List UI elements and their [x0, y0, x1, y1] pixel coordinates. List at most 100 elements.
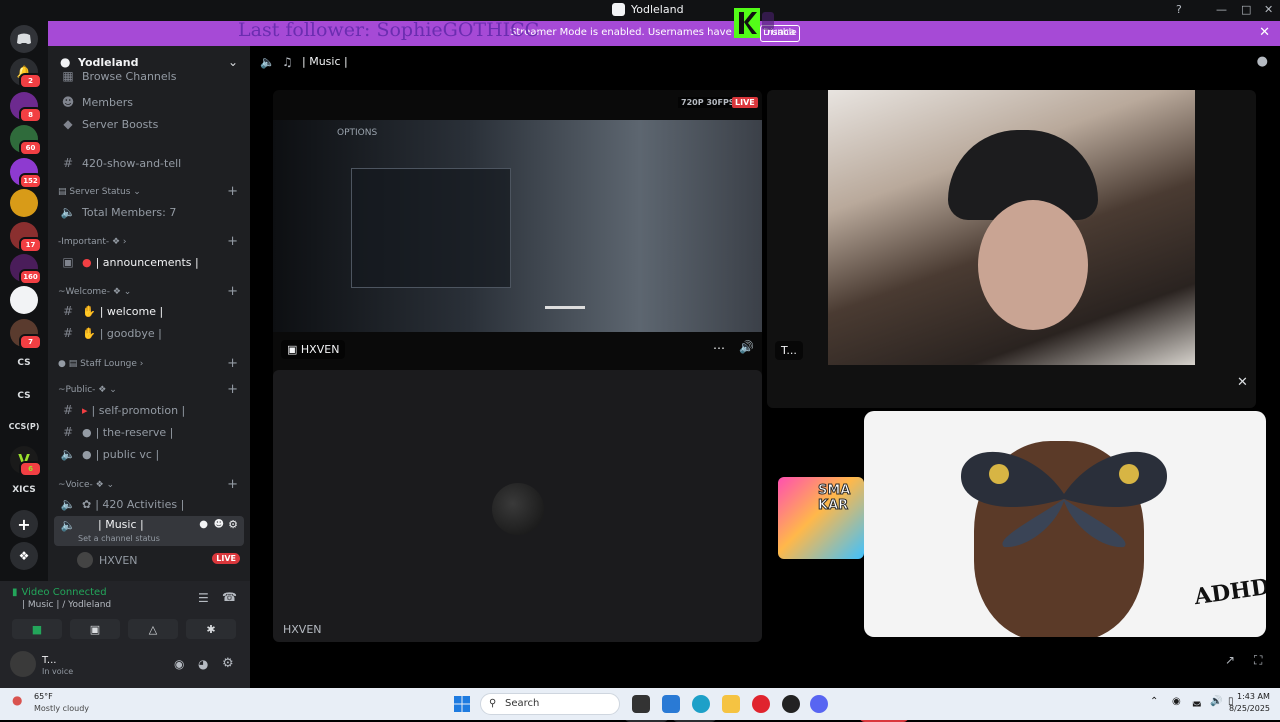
channel-announcements[interactable]: ▣ ● | announcements | — [54, 251, 244, 273]
fullscreen-icon[interactable]: ⛶ — [1254, 653, 1262, 668]
server-boosts-item[interactable]: ◆ Server Boosts — [54, 113, 244, 135]
user-avatar[interactable] — [10, 651, 36, 677]
taskbar-search[interactable]: ⚲ Search — [480, 693, 620, 715]
server-icon-8[interactable] — [10, 286, 38, 314]
channel-self-promotion[interactable]: # ▸ | self-promotion | — [54, 399, 244, 421]
soundboard-button[interactable]: ✱ — [186, 619, 236, 639]
members-item[interactable]: ☻ Members — [54, 91, 244, 113]
popout-icon[interactable]: ↗ — [1225, 653, 1235, 667]
close-banner-icon[interactable]: ✕ — [1259, 25, 1270, 40]
task-view-icon[interactable] — [632, 695, 650, 713]
category-server-status[interactable]: ▤ Server Status ⌄ — [58, 187, 141, 197]
category-public[interactable]: ~Public- ❖ ⌄ — [58, 385, 117, 395]
discover-icon[interactable]: ❖ — [10, 542, 38, 570]
close-window-button[interactable]: ✕ — [1264, 3, 1273, 16]
channel-the-reserve[interactable]: # ● | the-reserve | — [54, 421, 244, 443]
live-badge: LIVE — [732, 97, 758, 108]
add-server-icon[interactable]: + — [10, 510, 38, 538]
server-icon-9[interactable]: 7 — [10, 319, 42, 350]
server-xics[interactable]: XICS — [0, 485, 48, 495]
server-ccsp[interactable]: CCS(P) — [0, 422, 48, 431]
channel-total-members[interactable]: 🔈 Total Members: 7 — [54, 201, 244, 223]
server-icon-6[interactable]: 17 — [10, 222, 42, 253]
server-cs-1[interactable]: CS — [0, 358, 48, 368]
help-icon[interactable]: ? — [1176, 3, 1182, 16]
browse-channels[interactable]: ▦ Browse Channels — [54, 69, 244, 83]
chevron-down-icon: ⌄ — [227, 55, 238, 69]
add-channel-icon[interactable]: + — [227, 234, 238, 249]
channel-goodbye[interactable]: # ✋ | goodbye | — [54, 322, 244, 344]
album-art-overlay: ADHD — [864, 411, 1266, 637]
server-v-icon[interactable]: V 6 — [10, 446, 42, 477]
discord-logo-icon — [612, 3, 625, 16]
category-staff-lounge[interactable]: ● ▤ Staff Lounge › — [58, 359, 143, 369]
folder-icon[interactable] — [722, 695, 740, 713]
discord-taskbar-icon[interactable] — [810, 695, 828, 713]
chat-bubble-icon[interactable]: ● — [199, 519, 208, 530]
user-settings-gear-icon[interactable]: ⚙ — [222, 656, 234, 671]
weather-desc[interactable]: Mostly cloudy — [34, 704, 89, 713]
channel-420-activities[interactable]: 🔈 ✿ | 420 Activities | — [54, 493, 244, 515]
volume-icon[interactable]: 🔊 — [739, 340, 754, 354]
more-options-icon[interactable]: ⋯ — [713, 341, 725, 355]
chat-icon[interactable]: ● — [1257, 54, 1268, 69]
server-globe-icon: ● — [60, 55, 71, 69]
volume-tray-icon[interactable]: 🔊 — [1210, 696, 1222, 707]
microphone-icon[interactable]: ◉ — [174, 657, 184, 671]
participant-tile[interactable]: HXVEN — [273, 370, 762, 642]
server-icon-4[interactable]: 152 — [10, 158, 42, 189]
maximize-button[interactable]: □ — [1241, 3, 1251, 16]
add-channel-icon[interactable]: + — [227, 382, 238, 397]
channel-music[interactable]: 🔈 | Music | ● ☻ ⚙ Set a channel status — [54, 516, 244, 546]
activities-button[interactable]: △ — [128, 619, 178, 639]
server-icon-7[interactable]: 160 — [10, 254, 42, 285]
windows-start-icon[interactable] — [454, 696, 470, 712]
clock-time[interactable]: 1:43 AM — [1237, 692, 1270, 701]
disconnect-icon[interactable]: ☎ — [222, 590, 237, 604]
stream-tile[interactable]: OPTIONS 720P 30FPS LIVE ▣ HXVEN ⋯ 🔊 — [273, 90, 762, 408]
file-explorer-icon[interactable] — [662, 695, 680, 713]
set-channel-status[interactable]: Set a channel status — [78, 534, 160, 543]
server-icon-3[interactable]: 60 — [10, 125, 42, 156]
channel-welcome[interactable]: # ✋ | welcome | — [54, 300, 244, 322]
clock-date[interactable]: 8/25/2025 — [1229, 704, 1270, 713]
invite-icon[interactable]: ☻ — [214, 519, 224, 530]
camera-button[interactable]: ■ — [12, 619, 62, 639]
wifi-icon[interactable]: ◛ — [1192, 696, 1202, 707]
wave-emoji-icon: ✋ — [82, 326, 96, 340]
category-welcome[interactable]: ~Welcome- ❖ ⌄ — [58, 287, 131, 297]
category-important[interactable]: -Important- ❖ › — [58, 237, 127, 247]
server-icon-5[interactable] — [10, 189, 38, 217]
channel-public-vc[interactable]: 🔈 ● | public vc | — [54, 443, 244, 465]
chevron-up-icon[interactable]: ⌃ — [1150, 696, 1158, 707]
noise-suppression-icon[interactable]: ☰ — [198, 591, 209, 605]
user-panel: ▮ Video Connected | Music | / Yodleland … — [0, 581, 250, 688]
server-icon-alerts[interactable]: 🔔 2 — [10, 58, 42, 89]
add-channel-icon[interactable]: + — [227, 356, 238, 371]
server-cs-2[interactable]: CS — [0, 391, 48, 401]
opera-icon[interactable] — [752, 695, 770, 713]
mic-emoji-icon: ● — [82, 447, 92, 461]
add-channel-icon[interactable]: + — [227, 184, 238, 199]
weather-icon[interactable]: ● — [12, 693, 22, 707]
voice-location[interactable]: | Music | / Yodleland — [22, 600, 111, 610]
discord-home-icon[interactable] — [10, 25, 38, 53]
add-channel-icon[interactable]: + — [227, 284, 238, 299]
server-icon-2[interactable]: 8 — [10, 92, 42, 123]
channel-show-and-tell[interactable]: #420-show-and-tell — [54, 152, 244, 174]
add-channel-icon[interactable]: + — [227, 477, 238, 492]
close-overlay-icon[interactable]: ✕ — [1237, 375, 1248, 390]
weather-temp[interactable]: 65°F — [34, 692, 53, 701]
category-voice[interactable]: ~Voice- ❖ ⌄ — [58, 480, 114, 490]
headphones-icon[interactable]: ◕ — [198, 657, 208, 671]
minimize-button[interactable]: — — [1216, 3, 1227, 16]
mic-tray-icon[interactable]: ◉ — [1172, 696, 1181, 707]
screen-share-button[interactable]: ▣ — [70, 619, 120, 639]
voice-user-hxven[interactable]: HXVEN LIVE — [54, 549, 244, 571]
kick-logo-icon — [734, 8, 774, 38]
settings-gear-icon[interactable]: ⚙ — [228, 518, 238, 531]
edge-icon[interactable] — [692, 695, 710, 713]
voice-status[interactable]: ▮ Video Connected — [12, 587, 107, 598]
steam-icon[interactable] — [782, 695, 800, 713]
camera-tile[interactable]: T... — [767, 90, 1256, 408]
